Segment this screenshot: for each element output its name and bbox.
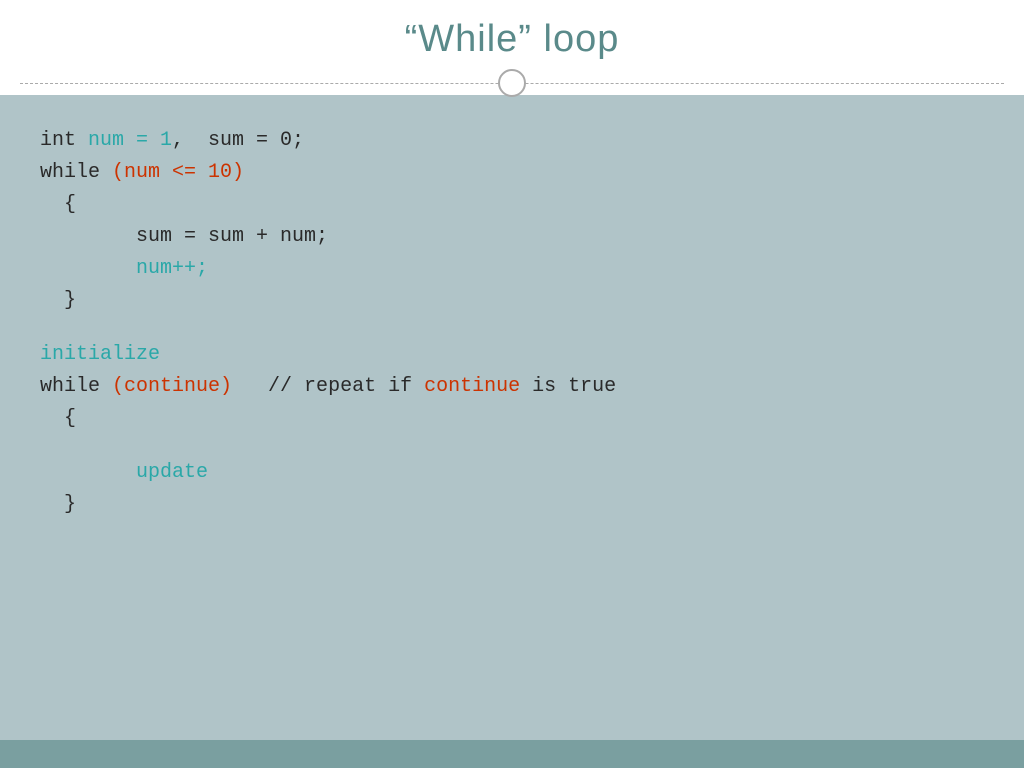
code-line-3: { [40, 189, 984, 221]
code-line-7: initialize [40, 339, 984, 371]
slide-title: “While” loop [30, 18, 994, 61]
condition-2: (continue) [112, 375, 232, 398]
code-area: int num = 1, sum = 0; while (num <= 10) … [0, 95, 1024, 740]
keyword-while-1: while [40, 161, 112, 184]
num-increment: num++; [136, 257, 208, 280]
code-line-9: { [40, 403, 984, 435]
code-line-5: num++; [40, 253, 984, 285]
code-line-8: while (continue) // repeat if continue i… [40, 371, 984, 403]
code-line-11: } [40, 489, 984, 521]
comment-text: // repeat if [232, 375, 424, 398]
var-num-init: num = 1 [88, 129, 172, 152]
divider-circle [498, 69, 526, 97]
code-line-10: update [40, 457, 984, 489]
keyword-int: int [40, 129, 88, 152]
condition-1: (num <= 10) [112, 161, 244, 184]
code-block: int num = 1, sum = 0; while (num <= 10) … [40, 125, 984, 521]
continue-keyword: continue [424, 375, 520, 398]
bottom-bar [0, 740, 1024, 768]
code-line-1: int num = 1, sum = 0; [40, 125, 984, 157]
spacer-2 [40, 435, 984, 457]
sum-init: , sum = 0; [172, 129, 304, 152]
label-initialize: initialize [40, 343, 160, 366]
label-update: update [136, 461, 208, 484]
code-line-2: while (num <= 10) [40, 157, 984, 189]
keyword-while-2: while [40, 375, 112, 398]
slide-header: “While” loop [0, 0, 1024, 71]
code-line-4: sum = sum + num; [40, 221, 984, 253]
divider [0, 71, 1024, 95]
comment-end: is true [520, 375, 616, 398]
spacer-1 [40, 317, 984, 339]
slide: “While” loop int num = 1, sum = 0; while… [0, 0, 1024, 768]
code-line-6: } [40, 285, 984, 317]
